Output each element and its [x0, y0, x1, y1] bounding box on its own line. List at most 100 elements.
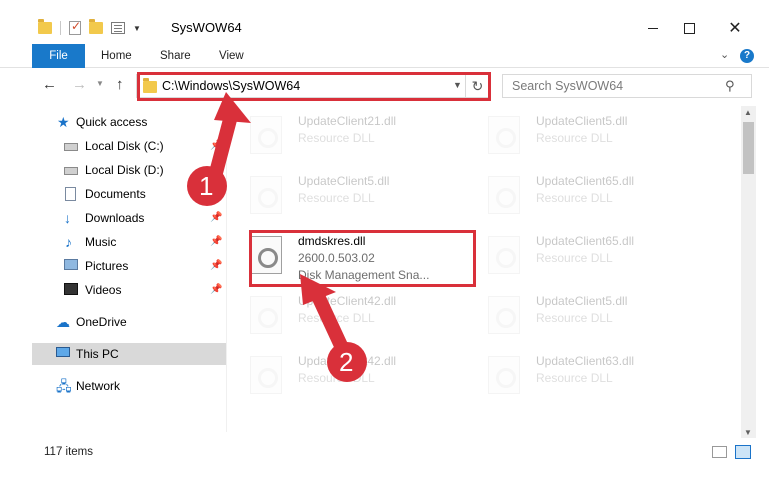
customize-toolbar-icon[interactable]	[111, 22, 125, 34]
folder-icon	[143, 78, 157, 93]
sidebar-item-music[interactable]: ♪ Music 📌	[32, 231, 226, 253]
computer-icon	[56, 347, 70, 357]
maximize-icon	[683, 22, 695, 34]
sidebar-item-this-pc[interactable]: This PC	[32, 343, 226, 365]
sidebar-item-label: OneDrive	[76, 315, 127, 329]
file-item[interactable]: UpdateClient65.dll Resource DLL	[466, 228, 696, 280]
pin-icon[interactable]: 📌	[210, 135, 222, 157]
file-item[interactable]: UpdateClient63.dll Resource DLL	[466, 348, 696, 400]
address-bar[interactable]: C:\Windows\SysWOW64 ▼	[136, 74, 466, 98]
music-icon: ♪	[65, 234, 72, 250]
dll-file-icon	[488, 116, 520, 154]
dll-file-icon	[250, 116, 282, 154]
file-type: Resource DLL	[298, 131, 375, 145]
file-item[interactable]: UpdateClient42.dll Resource DLL	[228, 348, 458, 400]
vertical-scrollbar[interactable]: ▲ ▼	[741, 106, 756, 438]
search-input[interactable]: Search SysWOW64 ⚲	[502, 74, 752, 98]
file-description: Disk Management Sna...	[298, 268, 430, 282]
file-type: Resource DLL	[298, 191, 375, 205]
file-item[interactable]: UpdateClient21.dll Resource DLL	[228, 108, 458, 160]
scrollbar-thumb[interactable]	[743, 122, 754, 174]
chevron-down-icon[interactable]: ▼	[453, 80, 462, 90]
documents-icon	[65, 187, 76, 201]
tab-view[interactable]: View	[219, 44, 244, 68]
file-list: UpdateClient21.dll Resource DLL UpdateCl…	[228, 106, 740, 438]
sidebar-item-videos[interactable]: Videos 📌	[32, 279, 226, 301]
file-item-dmdskres[interactable]: dmdskres.dll 2600.0.503.02 Disk Manageme…	[228, 228, 458, 282]
sidebar-item-label: Local Disk (D:)	[85, 163, 164, 177]
pin-icon[interactable]: 📌	[210, 231, 222, 253]
sidebar-item-pictures[interactable]: Pictures 📌	[32, 255, 226, 277]
sidebar-item-network[interactable]: 🖧 Network	[32, 375, 226, 397]
file-item[interactable]: UpdateClient42.dll Resource DLL	[228, 288, 458, 340]
title-bar: ▼ SysWOW64 ✕	[0, 0, 769, 40]
file-item[interactable]: UpdateClient65.dll Resource DLL	[466, 168, 696, 220]
forward-button[interactable]: →	[72, 76, 87, 93]
details-view-icon[interactable]	[712, 446, 727, 458]
file-name: UpdateClient63.dll	[536, 354, 635, 368]
file-item[interactable]: UpdateClient5.dll Resource DLL	[466, 108, 696, 160]
minimize-icon	[648, 27, 658, 29]
sidebar-item-quick-access[interactable]: ★ Quick access	[32, 111, 226, 133]
sidebar-item-downloads[interactable]: ↓ Downloads 📌	[32, 207, 226, 229]
up-button[interactable]: ↑	[116, 76, 124, 93]
help-icon[interactable]: ?	[740, 49, 754, 63]
tab-share[interactable]: Share	[160, 44, 191, 68]
sidebar-item-label: Documents	[85, 187, 146, 201]
dll-file-icon	[250, 356, 282, 394]
sidebar-item-label: Pictures	[85, 259, 129, 273]
scroll-down-icon[interactable]: ▼	[744, 428, 752, 437]
file-name: dmdskres.dll	[298, 234, 366, 248]
sidebar-item-onedrive[interactable]: ☁ OneDrive	[32, 311, 226, 333]
pin-icon[interactable]: 📌	[210, 207, 222, 229]
file-type: Resource DLL	[298, 311, 375, 325]
file-name: UpdateClient5.dll	[298, 174, 390, 188]
sidebar-item-label: Network	[76, 379, 121, 393]
scroll-up-icon[interactable]: ▲	[744, 108, 752, 117]
maximize-button[interactable]	[666, 16, 712, 40]
file-type: Resource DLL	[536, 191, 613, 205]
back-button[interactable]: ←	[42, 76, 57, 93]
sidebar-item-local-disk-d[interactable]: Local Disk (D:)	[32, 159, 226, 181]
recent-locations-button[interactable]: ▼	[96, 79, 104, 88]
sidebar-item-label: This PC	[76, 347, 119, 361]
pin-icon[interactable]: 📌	[210, 279, 222, 301]
status-bar: 117 items	[0, 440, 769, 464]
cloud-icon: ☁	[56, 314, 70, 330]
network-icon: 🖧	[56, 378, 72, 394]
chevron-down-icon[interactable]: ▼	[133, 24, 141, 33]
new-folder-icon[interactable]	[89, 19, 103, 34]
sidebar-item-documents[interactable]: Documents	[32, 183, 226, 205]
sidebar-item-local-disk-c[interactable]: Local Disk (C:) 📌	[32, 135, 226, 157]
pin-icon[interactable]: 📌	[210, 255, 222, 277]
large-icons-view-icon[interactable]	[735, 445, 751, 459]
refresh-button[interactable]: ↻	[466, 74, 490, 98]
quick-access-toolbar: ▼	[38, 18, 141, 38]
file-name: UpdateClient42.dll	[298, 294, 397, 308]
drive-icon	[64, 167, 78, 175]
file-type: Resource DLL	[536, 251, 613, 265]
dll-file-icon	[488, 356, 520, 394]
sidebar-item-label: Local Disk (C:)	[85, 139, 164, 153]
tab-home[interactable]: Home	[101, 44, 132, 68]
file-name: UpdateClient21.dll	[298, 114, 397, 128]
properties-check-icon[interactable]	[69, 19, 81, 35]
drive-icon	[64, 143, 78, 151]
address-path[interactable]: C:\Windows\SysWOW64	[162, 79, 300, 93]
search-icon[interactable]: ⚲	[725, 78, 735, 94]
file-type: Resource DLL	[536, 371, 613, 385]
file-item[interactable]: UpdateClient5.dll Resource DLL	[228, 168, 458, 220]
divider	[60, 21, 61, 35]
file-item[interactable]: UpdateClient5.dll Resource DLL	[466, 288, 696, 340]
pictures-icon	[64, 259, 78, 270]
expand-ribbon-icon[interactable]: ⌄	[720, 48, 729, 61]
file-name: UpdateClient65.dll	[536, 174, 635, 188]
close-button[interactable]: ✕	[712, 16, 758, 40]
window-title: SysWOW64	[171, 20, 242, 35]
tab-file[interactable]: File	[32, 44, 85, 68]
sidebar-item-label: Quick access	[76, 115, 148, 129]
download-icon: ↓	[64, 210, 71, 226]
file-type: Resource DLL	[536, 311, 613, 325]
videos-icon	[64, 283, 78, 295]
file-name: UpdateClient5.dll	[536, 114, 628, 128]
